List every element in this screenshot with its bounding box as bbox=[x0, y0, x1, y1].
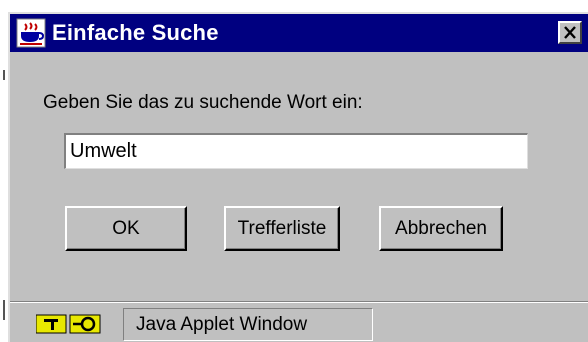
cancel-button[interactable]: Abbrechen bbox=[379, 206, 503, 251]
hit-list-button[interactable]: Trefferliste bbox=[224, 206, 340, 251]
ok-button[interactable]: OK bbox=[65, 206, 187, 251]
close-icon bbox=[564, 26, 576, 39]
search-input[interactable] bbox=[64, 133, 528, 169]
search-dialog-window: Einfache Suche Geben Sie das zu suchende… bbox=[8, 12, 588, 342]
close-button[interactable] bbox=[558, 21, 582, 44]
title-bar[interactable]: Einfache Suche bbox=[10, 14, 588, 52]
status-text: Java Applet Window bbox=[123, 308, 373, 341]
page-edge-marks bbox=[3, 70, 5, 320]
window-title: Einfache Suche bbox=[52, 20, 219, 45]
java-applet-key-icon bbox=[36, 314, 101, 334]
search-prompt-label: Geben Sie das zu suchende Wort ein: bbox=[43, 92, 363, 113]
java-coffee-cup-icon bbox=[14, 16, 48, 50]
status-bar-divider bbox=[10, 301, 588, 303]
